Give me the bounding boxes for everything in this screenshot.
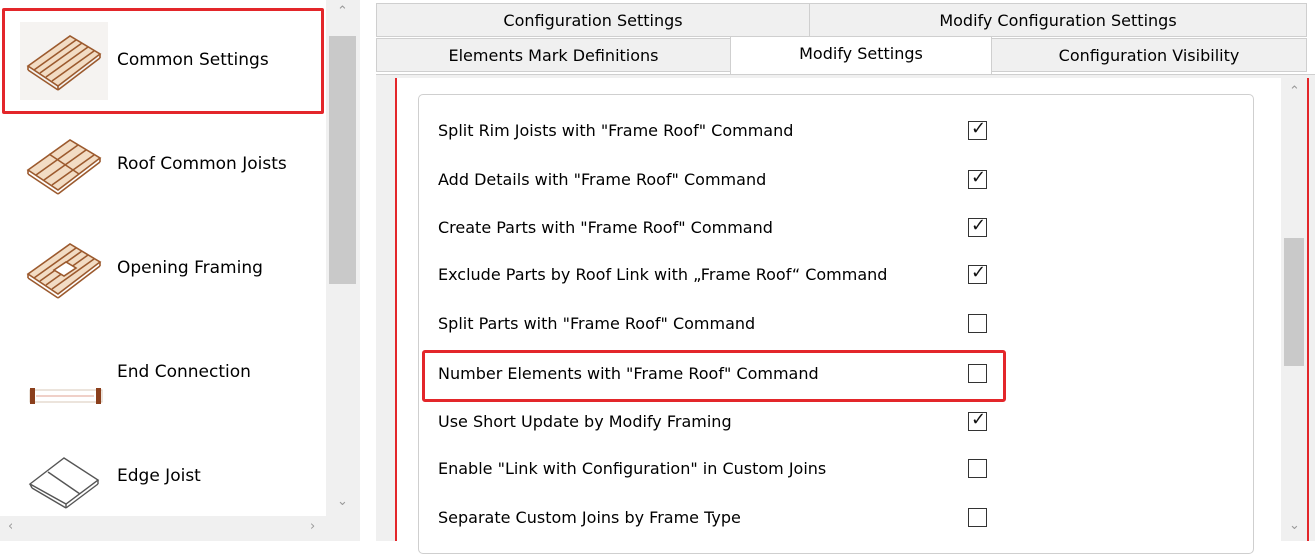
checkmark-icon: ✓ [971,409,987,430]
sidebar-item-end-connection[interactable]: End Connection [0,320,326,424]
highlight-border-right [1307,78,1309,541]
setting-checkbox[interactable]: ✓ [968,262,987,284]
scroll-up-arrow-icon[interactable]: ⌃ [337,4,348,19]
scroll-left-arrow-icon[interactable]: ‹ [8,519,13,534]
left-panel: Common Settings Roof Common Joists Openi… [0,0,360,541]
end-connection-icon [29,388,103,404]
sidebar-item-label: Roof Common Joists [117,154,287,174]
setting-label: Add Details with "Frame Roof" Command [438,170,767,189]
tab-modify-configuration-settings[interactable]: Modify Configuration Settings [809,3,1307,37]
setting-add-details: Add Details with "Frame Roof" Command ✓ [438,157,998,203]
tab-strip: Configuration Settings Modify Configurat… [376,0,1315,74]
sidebar-vertical-scrollbar[interactable]: ⌃ ⌄ [326,0,360,516]
setting-label: Create Parts with "Frame Roof" Command [438,218,773,237]
tab-configuration-settings[interactable]: Configuration Settings [376,3,810,37]
setting-checkbox[interactable] [968,314,987,333]
setting-checkbox[interactable]: ✓ [968,215,987,237]
scrollbar-thumb[interactable] [329,36,356,284]
scrollbar-thumb[interactable] [1284,238,1304,366]
setting-checkbox[interactable] [968,508,987,527]
checkmark-icon: ✓ [971,118,987,139]
sidebar-horizontal-scrollbar[interactable]: ‹ › [0,516,326,541]
setting-label: Use Short Update by Modify Framing [438,412,732,431]
setting-checkbox[interactable]: ✓ [968,167,987,189]
setting-checkbox[interactable] [968,459,987,478]
checkmark-icon: ✓ [971,215,987,236]
setting-checkbox[interactable]: ✓ [968,118,987,140]
sidebar-item-label: Edge Joist [117,466,201,486]
sidebar-item-roof-common-joists[interactable]: Roof Common Joists [0,112,326,216]
tab-elements-mark-definitions[interactable]: Elements Mark Definitions [376,38,731,72]
panel-divider[interactable] [360,0,372,541]
scroll-up-arrow-icon[interactable]: ⌃ [1289,84,1300,99]
opening-framing-icon [26,243,102,299]
sidebar-item-opening-framing[interactable]: Opening Framing [0,216,326,320]
selection-highlight [2,8,324,114]
setting-label: Split Rim Joists with "Frame Roof" Comma… [438,121,794,140]
setting-label: Exclude Parts by Roof Link with „Frame R… [438,265,888,284]
sidebar-item-label: Opening Framing [117,258,263,278]
tab-configuration-visibility[interactable]: Configuration Visibility [991,38,1307,72]
tab-modify-settings[interactable]: Modify Settings [730,36,992,74]
setting-separate-custom-joins: Separate Custom Joins by Frame Type [438,495,998,541]
setting-label: Split Parts with "Frame Roof" Command [438,314,756,333]
setting-split-rim-joists: Split Rim Joists with "Frame Roof" Comma… [438,108,998,154]
setting-split-parts: Split Parts with "Frame Roof" Command [438,301,998,347]
checkmark-icon: ✓ [971,167,987,188]
sidebar-item-edge-joist[interactable]: Edge Joist [0,424,326,516]
setting-label: Separate Custom Joins by Frame Type [438,508,741,527]
scroll-down-arrow-icon[interactable]: ⌄ [337,494,348,509]
scroll-right-arrow-icon[interactable]: › [310,519,315,534]
settings-vertical-scrollbar[interactable]: ⌃ ⌄ [1281,78,1307,541]
roof-common-joists-icon [26,139,102,195]
category-list: Common Settings Roof Common Joists Openi… [0,0,326,516]
setting-enable-link-with-configuration: Enable "Link with Configuration" in Cust… [438,446,998,492]
setting-label: Enable "Link with Configuration" in Cust… [438,459,827,478]
setting-create-parts: Create Parts with "Frame Roof" Command ✓ [438,205,998,251]
checkmark-icon: ✓ [971,262,987,283]
setting-exclude-parts-by-roof-link: Exclude Parts by Roof Link with „Frame R… [438,252,998,298]
setting-checkbox[interactable]: ✓ [968,409,987,431]
edge-joist-icon [28,457,100,509]
setting-use-short-update: Use Short Update by Modify Framing ✓ [438,399,998,445]
scroll-down-arrow-icon[interactable]: ⌄ [1289,518,1300,533]
setting-highlight-box [422,350,1006,402]
sidebar-item-label: End Connection [117,362,251,382]
